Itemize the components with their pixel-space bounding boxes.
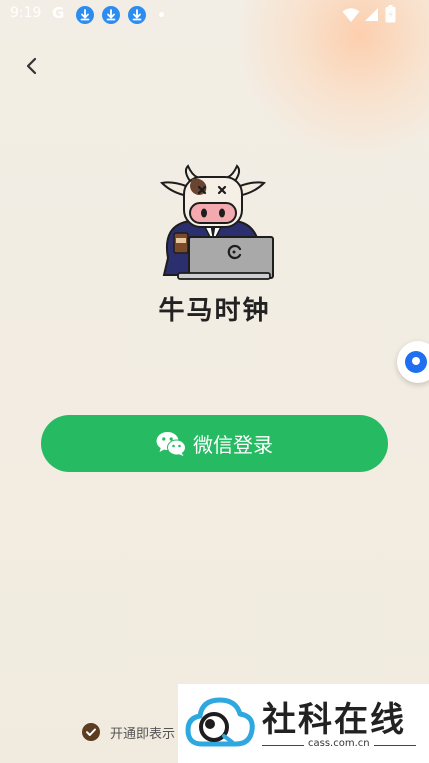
agreement-row: 开通即表示 xyxy=(82,721,175,743)
download-icon xyxy=(102,6,120,24)
battery-icon xyxy=(385,5,396,23)
wechat-login-button[interactable]: 微信登录 xyxy=(41,415,388,472)
wechat-login-label: 微信登录 xyxy=(193,433,273,457)
agreement-checkbox[interactable] xyxy=(82,723,100,741)
watermark-title: 社科在线 xyxy=(262,700,406,740)
wechat-icon xyxy=(156,431,186,456)
watermark-divider xyxy=(374,745,416,746)
download-icon xyxy=(128,6,146,24)
cloud-logo-icon xyxy=(185,697,255,747)
status-bar: 9:19 G xyxy=(0,0,429,30)
agreement-text: 开通即表示 xyxy=(110,726,176,742)
app-logo xyxy=(159,164,274,280)
signal-icon xyxy=(365,8,378,21)
floating-assistant-button[interactable] xyxy=(397,341,429,383)
status-time: 9:19 xyxy=(10,5,42,21)
watermark-divider xyxy=(262,745,304,746)
assistant-bubble-icon xyxy=(405,351,427,373)
google-icon: G xyxy=(52,4,65,22)
wifi-icon xyxy=(342,8,360,22)
login-screen: 9:19 G 牛马时钟 微信登录 开通即表示 社科在线 cass.com.cn xyxy=(0,0,429,763)
download-icon xyxy=(76,6,94,24)
app-title: 牛马时钟 xyxy=(158,296,271,326)
chevron-left-icon xyxy=(26,57,37,75)
watermark-url: cass.com.cn xyxy=(308,738,370,749)
checkmark-icon xyxy=(86,728,96,736)
back-button[interactable] xyxy=(18,52,46,80)
notification-dot-icon xyxy=(159,12,164,17)
watermark-overlay: 社科在线 cass.com.cn xyxy=(178,684,429,763)
